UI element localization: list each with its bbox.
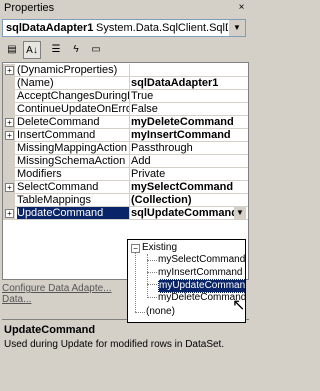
properties-icon[interactable]: ☰	[47, 41, 65, 59]
property-name[interactable]: MissingMappingAction	[17, 142, 130, 154]
property-name[interactable]: TableMappings	[17, 194, 130, 206]
property-row[interactable]: TableMappings (Collection)	[3, 194, 248, 207]
toolbar: ▤ A↓ ☰ ϟ ▭	[0, 39, 251, 61]
row-gutter	[3, 194, 15, 207]
property-row[interactable]: + SelectCommand mySelectCommand	[3, 181, 248, 194]
close-button[interactable]: ×	[235, 2, 248, 14]
verb-links: Configure Data Adapte... Data...	[2, 283, 122, 313]
property-row[interactable]: AcceptChangesDuringFil True	[3, 90, 248, 103]
command-dropdown-list: − Existing mySelectCommand myInsertComman…	[127, 239, 246, 323]
description-title: UpdateCommand	[4, 324, 96, 336]
row-gutter: +	[3, 207, 15, 220]
row-gutter	[3, 142, 15, 155]
dropdown-item[interactable]: mySelectCommand	[158, 254, 245, 266]
property-value[interactable]: (Collection)	[131, 194, 248, 206]
property-value[interactable]: True	[131, 90, 248, 102]
row-gutter: +	[3, 181, 15, 194]
row-gutter	[3, 77, 15, 90]
expand-icon[interactable]: +	[5, 131, 14, 140]
property-row[interactable]: ContinueUpdateOnError False	[3, 103, 248, 116]
property-row[interactable]: MissingMappingAction Passthrough	[3, 142, 248, 155]
expand-icon[interactable]: +	[5, 118, 14, 127]
row-gutter	[3, 103, 15, 116]
property-value[interactable]: myDeleteCommand	[131, 116, 248, 128]
property-row[interactable]: + DeleteCommand myDeleteCommand	[3, 116, 248, 129]
property-name[interactable]: DeleteCommand	[17, 116, 130, 128]
description-panel: UpdateCommand Used during Update for mod…	[2, 319, 249, 390]
property-row[interactable]: + InsertCommand myInsertCommand	[3, 129, 248, 142]
property-name[interactable]: AcceptChangesDuringFil	[17, 90, 130, 102]
property-value[interactable]: Add	[131, 155, 248, 167]
property-name[interactable]: UpdateCommand	[17, 207, 130, 219]
property-value[interactable]: False	[131, 103, 248, 115]
dropdown-group-label[interactable]: Existing	[142, 242, 177, 254]
expand-icon[interactable]: +	[5, 209, 14, 218]
configure-link[interactable]: Configure Data Adapte...	[2, 283, 122, 294]
property-row[interactable]: (Name) sqlDataAdapter1	[3, 77, 248, 90]
property-name[interactable]: InsertCommand	[17, 129, 130, 141]
window-title: Properties	[4, 2, 55, 14]
property-name[interactable]: MissingSchemaAction	[17, 155, 130, 167]
row-gutter	[3, 155, 15, 168]
row-gutter	[3, 168, 15, 181]
row-gutter	[3, 90, 15, 103]
property-value[interactable]: Private	[131, 168, 248, 180]
property-name[interactable]: SelectCommand	[17, 181, 130, 193]
property-name[interactable]: (DynamicProperties)	[17, 64, 130, 76]
events-icon[interactable]: ϟ	[67, 41, 85, 59]
property-row[interactable]: + UpdateCommand sqlUpdateCommand1 ▼	[3, 207, 248, 220]
dropdown-item[interactable]: myInsertCommand	[158, 267, 242, 279]
object-type: System.Data.SqlClient.SqlDataAd	[96, 22, 246, 34]
data-link[interactable]: Data...	[2, 294, 122, 305]
mouse-cursor-icon: ↖	[232, 297, 246, 314]
row-gutter: +	[3, 129, 15, 142]
property-value[interactable]	[131, 64, 248, 76]
categorized-icon[interactable]: ▤	[3, 41, 21, 59]
expand-icon[interactable]: +	[5, 66, 14, 75]
pages-icon[interactable]: ▭	[87, 41, 105, 59]
property-row[interactable]: + (DynamicProperties)	[3, 64, 248, 77]
property-name[interactable]: Modifiers	[17, 168, 130, 180]
property-value[interactable]: mySelectCommand	[131, 181, 248, 193]
row-gutter: +	[3, 64, 15, 77]
object-name: sqlDataAdapter1	[6, 22, 94, 34]
property-row[interactable]: Modifiers Private	[3, 168, 248, 181]
property-value[interactable]: Passthrough	[131, 142, 248, 154]
expand-icon[interactable]: +	[5, 183, 14, 192]
row-gutter: +	[3, 116, 15, 129]
property-value[interactable]: sqlUpdateCommand1	[131, 207, 248, 219]
description-text: Used during Update for modified rows in …	[4, 339, 225, 350]
dropdown-none[interactable]: (none)	[146, 306, 175, 318]
property-value[interactable]: myInsertCommand	[131, 129, 248, 141]
alphabetical-icon[interactable]: A↓	[23, 41, 41, 59]
property-value[interactable]: sqlDataAdapter1	[131, 77, 248, 89]
window-titlebar: Properties ×	[0, 0, 251, 17]
object-selector[interactable]: sqlDataAdapter1 System.Data.SqlClient.Sq…	[2, 19, 246, 37]
property-row[interactable]: MissingSchemaAction Add	[3, 155, 248, 168]
chevron-down-icon[interactable]: ▼	[234, 207, 246, 219]
property-name[interactable]: ContinueUpdateOnError	[17, 103, 130, 115]
chevron-down-icon[interactable]: ▼	[228, 20, 245, 36]
property-name[interactable]: (Name)	[17, 77, 130, 89]
